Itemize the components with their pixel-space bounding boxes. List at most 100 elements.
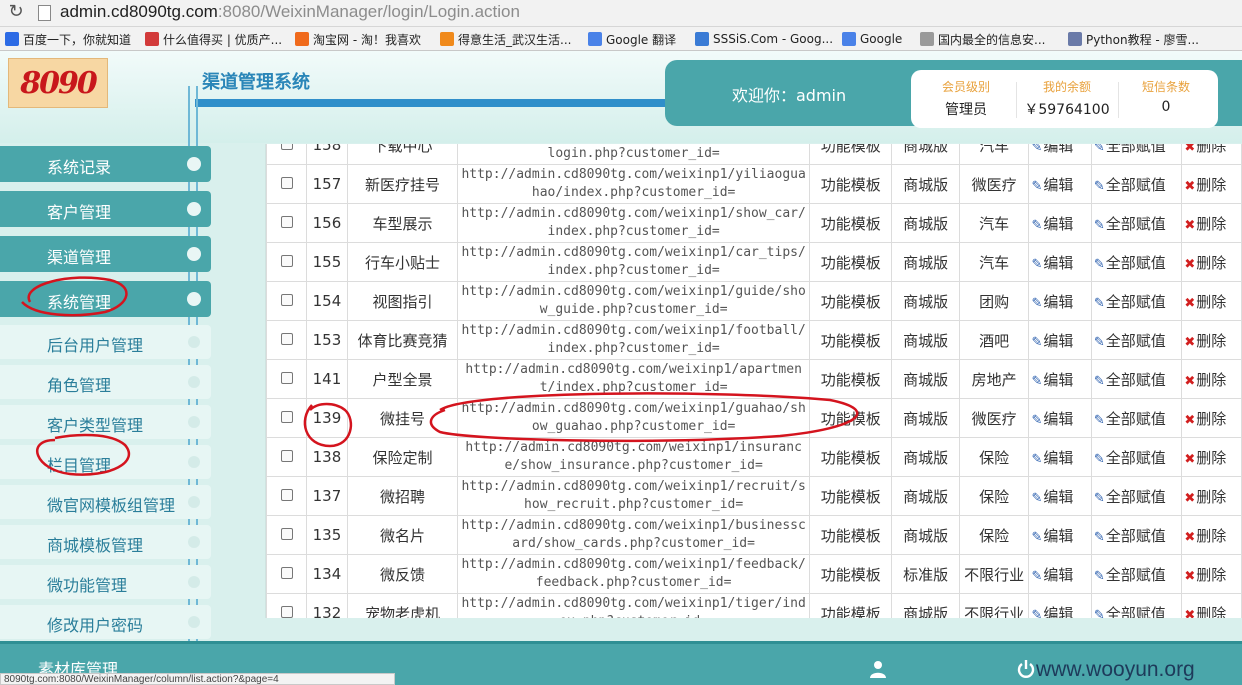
user-icon[interactable] bbox=[868, 659, 888, 679]
sidebar-menu-label: 渠道管理 bbox=[47, 248, 112, 267]
delete-link[interactable]: ✖删除 bbox=[1181, 476, 1242, 516]
assign-all-link[interactable]: ✎全部赋值 bbox=[1090, 476, 1183, 516]
delete-link[interactable]: ✖删除 bbox=[1181, 144, 1242, 165]
sidebar-submenu-label: 栏目管理 bbox=[47, 456, 112, 475]
delete-link[interactable]: ✖删除 bbox=[1181, 242, 1242, 282]
edit-link[interactable]: ✎编辑 bbox=[1028, 164, 1092, 204]
edit-link[interactable]: ✎编辑 bbox=[1028, 398, 1092, 438]
row-checkbox[interactable] bbox=[280, 567, 293, 579]
logo[interactable]: 8090 bbox=[8, 58, 108, 108]
row-checkbox[interactable] bbox=[280, 606, 293, 618]
url-field[interactable]: admin.cd8090tg.com:8080/WeixinManager/lo… bbox=[60, 2, 520, 22]
bookmark-item[interactable]: Google bbox=[842, 31, 902, 47]
edit-link[interactable]: ✎编辑 bbox=[1028, 476, 1092, 516]
delete-link[interactable]: ✖删除 bbox=[1181, 437, 1242, 477]
row-checkbox[interactable] bbox=[280, 528, 293, 540]
pencil-icon: ✎ bbox=[1093, 451, 1105, 467]
sidebar-menu-item[interactable]: 客户管理 bbox=[0, 191, 211, 227]
bookmark-label: SSSiS.Com - Goog... bbox=[713, 32, 834, 46]
id-cell: 132 bbox=[306, 593, 348, 618]
row-select-cell bbox=[266, 476, 308, 516]
edit-link[interactable]: ✎编辑 bbox=[1028, 437, 1092, 477]
assign-all-link[interactable]: ✎全部赋值 bbox=[1090, 515, 1183, 555]
assign-all-link[interactable]: ✎全部赋值 bbox=[1090, 164, 1183, 204]
edit-link[interactable]: ✎编辑 bbox=[1028, 203, 1092, 243]
power-icon[interactable] bbox=[1016, 659, 1036, 679]
edit-link[interactable]: ✎编辑 bbox=[1028, 554, 1092, 594]
delete-link[interactable]: ✖删除 bbox=[1181, 554, 1242, 594]
assign-all-link[interactable]: ✎全部赋值 bbox=[1090, 242, 1183, 282]
row-checkbox[interactable] bbox=[280, 216, 293, 228]
edit-link[interactable]: ✎编辑 bbox=[1028, 515, 1092, 555]
id-cell: 156 bbox=[306, 203, 348, 243]
assign-all-link[interactable]: ✎全部赋值 bbox=[1090, 398, 1183, 438]
assign-all-link[interactable]: ✎全部赋值 bbox=[1090, 593, 1183, 619]
assign-all-link[interactable]: ✎全部赋值 bbox=[1090, 281, 1183, 321]
row-checkbox[interactable] bbox=[280, 411, 293, 423]
sidebar-submenu-item[interactable]: 栏目管理 bbox=[0, 445, 211, 479]
delete-icon: ✖ bbox=[1184, 295, 1196, 311]
edit-link[interactable]: ✎编辑 bbox=[1028, 144, 1092, 165]
assign-all-link[interactable]: ✎全部赋值 bbox=[1090, 437, 1183, 477]
row-checkbox[interactable] bbox=[280, 450, 293, 462]
edit-link[interactable]: ✎编辑 bbox=[1028, 320, 1092, 360]
edit-label: 编辑 bbox=[1043, 144, 1074, 155]
assign-all-link[interactable]: ✎全部赋值 bbox=[1090, 144, 1183, 165]
row-checkbox[interactable] bbox=[280, 144, 293, 150]
bookmark-item[interactable]: Google 翻译 bbox=[588, 31, 676, 47]
row-checkbox[interactable] bbox=[280, 294, 293, 306]
row-checkbox[interactable] bbox=[280, 372, 293, 384]
delete-link[interactable]: ✖删除 bbox=[1181, 164, 1242, 204]
type-cell: 功能模板 bbox=[809, 437, 893, 477]
delete-link[interactable]: ✖删除 bbox=[1181, 320, 1242, 360]
assign-all-link[interactable]: ✎全部赋值 bbox=[1090, 359, 1183, 399]
row-checkbox[interactable] bbox=[280, 489, 293, 501]
delete-icon: ✖ bbox=[1184, 607, 1196, 619]
assign-all-link[interactable]: ✎全部赋值 bbox=[1090, 320, 1183, 360]
type-cell: 功能模板 bbox=[809, 281, 893, 321]
delete-link[interactable]: ✖删除 bbox=[1181, 515, 1242, 555]
edit-link[interactable]: ✎编辑 bbox=[1028, 359, 1092, 399]
delete-link[interactable]: ✖删除 bbox=[1181, 359, 1242, 399]
delete-link[interactable]: ✖删除 bbox=[1181, 281, 1242, 321]
row-checkbox[interactable] bbox=[280, 333, 293, 345]
sidebar-submenu-label: 客户类型管理 bbox=[47, 416, 144, 435]
delete-link[interactable]: ✖删除 bbox=[1181, 593, 1242, 619]
bookmark-item[interactable]: SSSiS.Com - Goog... bbox=[695, 31, 833, 47]
bookmark-item[interactable]: 淘宝网 - 淘！我喜欢 bbox=[295, 31, 421, 47]
edit-link[interactable]: ✎编辑 bbox=[1028, 281, 1092, 321]
row-checkbox[interactable] bbox=[280, 177, 293, 189]
sidebar-submenu-item[interactable]: 微功能管理 bbox=[0, 565, 211, 599]
delete-icon: ✖ bbox=[1184, 373, 1196, 389]
sidebar-submenu-item[interactable]: 商城模板管理 bbox=[0, 525, 211, 559]
bullet-icon bbox=[188, 576, 200, 588]
sidebar-submenu-item[interactable]: 角色管理 bbox=[0, 365, 211, 399]
bookmark-item[interactable]: 得意生活_武汉生活... bbox=[440, 31, 571, 47]
sidebar-menu-item[interactable]: 系统记录 bbox=[0, 146, 211, 182]
row-select-cell bbox=[266, 320, 308, 360]
sidebar-submenu-item[interactable]: 微官网模板组管理 bbox=[0, 485, 211, 519]
assign-all-label: 全部赋值 bbox=[1105, 448, 1166, 467]
assign-all-link[interactable]: ✎全部赋值 bbox=[1090, 554, 1183, 594]
row-select-cell bbox=[266, 281, 308, 321]
sidebar-menu-item[interactable]: 渠道管理 bbox=[0, 236, 211, 272]
delete-link[interactable]: ✖删除 bbox=[1181, 203, 1242, 243]
row-checkbox[interactable] bbox=[280, 255, 293, 267]
bookmark-item[interactable]: 什么值得买 | 优质产... bbox=[145, 31, 282, 47]
pencil-icon: ✎ bbox=[1031, 529, 1043, 545]
bookmark-item[interactable]: 百度一下，你就知道 bbox=[5, 31, 131, 47]
bookmark-item[interactable]: Python教程 - 廖雪... bbox=[1068, 31, 1199, 47]
reload-icon[interactable]: ↻ bbox=[6, 2, 26, 22]
bookmark-item[interactable]: 国内最全的信息安... bbox=[920, 31, 1045, 47]
sidebar-submenu-item[interactable]: 后台用户管理 bbox=[0, 325, 211, 359]
delete-link[interactable]: ✖删除 bbox=[1181, 398, 1242, 438]
edit-link[interactable]: ✎编辑 bbox=[1028, 242, 1092, 282]
sidebar-menu-item[interactable]: 系统管理 bbox=[0, 281, 211, 317]
sidebar-submenu-item[interactable]: 客户类型管理 bbox=[0, 405, 211, 439]
sidebar-submenu-item[interactable]: 修改用户密码 bbox=[0, 605, 211, 639]
edit-link[interactable]: ✎编辑 bbox=[1028, 593, 1092, 618]
pencil-icon: ✎ bbox=[1093, 607, 1105, 619]
bookmark-favicon-icon bbox=[588, 32, 602, 46]
balance-value: ￥59764100 bbox=[1024, 102, 1110, 118]
assign-all-link[interactable]: ✎全部赋值 bbox=[1090, 203, 1183, 243]
